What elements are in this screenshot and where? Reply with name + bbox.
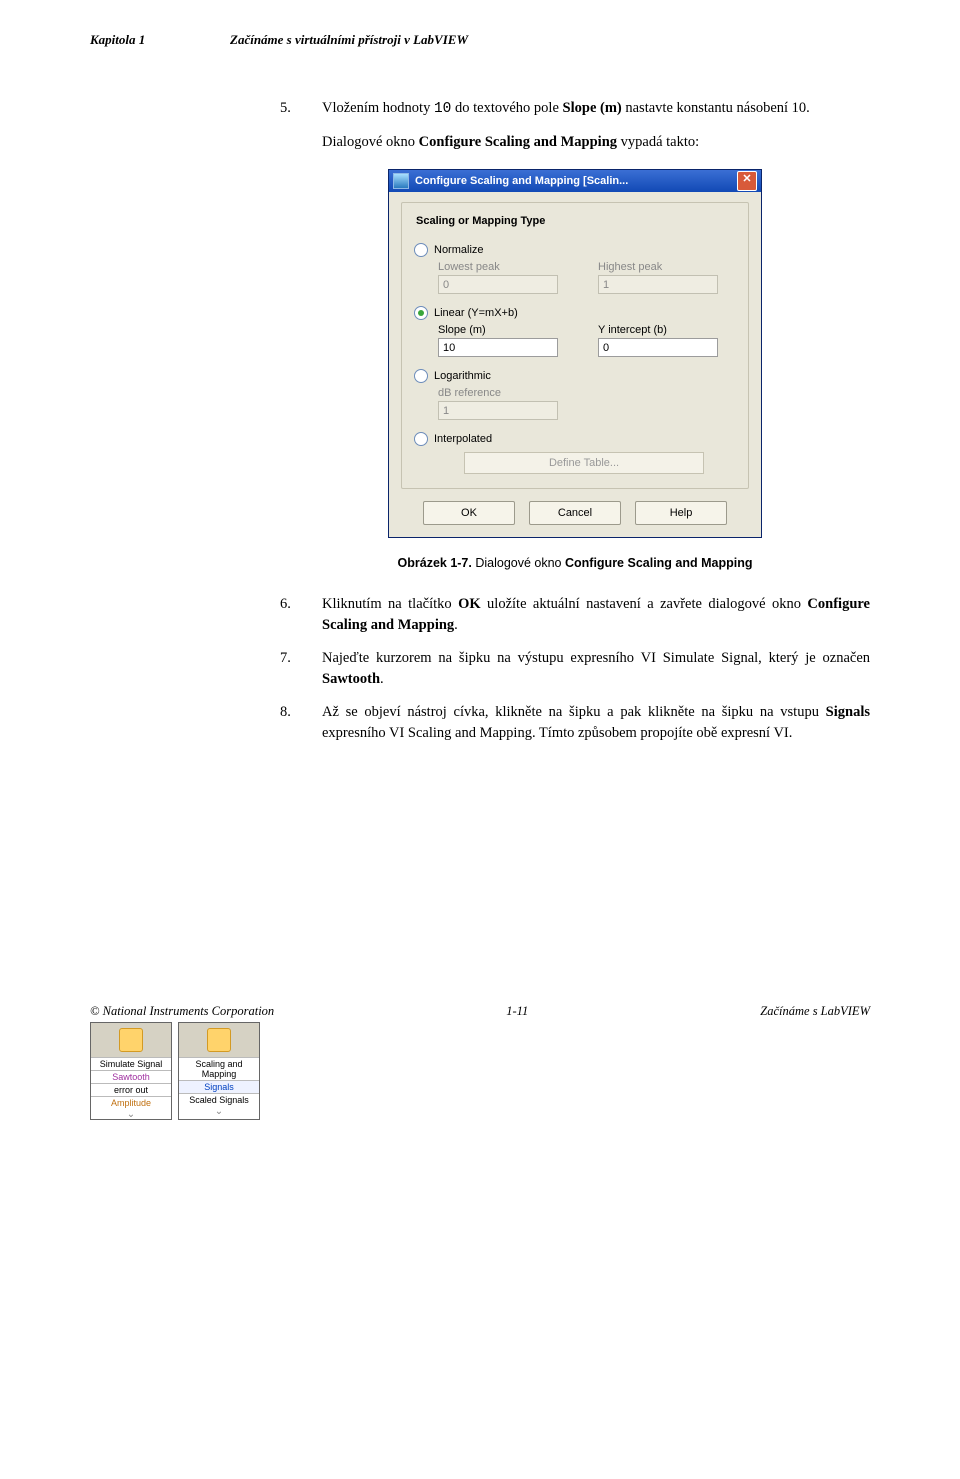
label-dbref: dB reference: [438, 387, 558, 399]
text: .: [380, 671, 384, 687]
text: Najeďte kurzorem na šipku na výstupu exp…: [322, 650, 870, 666]
group-title: Scaling or Mapping Type: [412, 215, 549, 227]
text: nastavte konstantu násobení 10.: [622, 100, 810, 116]
radio-label: Logarithmic: [434, 370, 491, 382]
figure-caption: Obrázek 1-7. Dialogové okno Configure Sc…: [280, 556, 870, 570]
radio-log[interactable]: Logarithmic: [414, 369, 736, 383]
input-lowest: 0: [438, 275, 558, 294]
input-highest: 1: [598, 275, 718, 294]
vi-label: Simulate Signal: [91, 1057, 171, 1070]
vi-icon: [119, 1028, 143, 1052]
define-table-button: Define Table...: [464, 452, 704, 474]
dialog-figure: Configure Scaling and Mapping [Scalin...…: [280, 169, 870, 538]
dialog-titlebar[interactable]: Configure Scaling and Mapping [Scalin...…: [389, 170, 761, 192]
step-7-num: 7.: [280, 648, 322, 690]
caption-name: Configure Scaling and Mapping: [565, 556, 753, 570]
radio-label: Normalize: [434, 244, 484, 256]
label-highest: Highest peak: [598, 261, 718, 273]
dialog-title: Configure Scaling and Mapping [Scalin...: [415, 175, 628, 187]
cancel-button[interactable]: Cancel: [529, 501, 621, 525]
text: Až se objeví nástroj cívka, klikněte na …: [322, 704, 826, 720]
wiring-figure: Simulate Signal Sawtooth error out Ampli…: [90, 1022, 260, 1120]
chevron-down-icon: ⌄: [91, 1109, 171, 1119]
text: do textového pole: [451, 100, 562, 116]
bold-csm: Configure Scaling and Mapping: [419, 134, 617, 150]
label-yint: Y intercept (b): [598, 324, 718, 336]
input-yint[interactable]: 0: [598, 338, 718, 357]
step-6: 6. Kliknutím na tlačítko OK uložíte aktu…: [280, 594, 870, 636]
caption-text: Dialogové okno: [472, 556, 565, 570]
label-lowest: Lowest peak: [438, 261, 558, 273]
close-icon[interactable]: ✕: [737, 171, 757, 191]
vi-scaling-mapping: Scaling and Mapping Signals Scaled Signa…: [178, 1022, 260, 1120]
terminal-errorout: error out: [91, 1083, 171, 1096]
header-title: Začínáme s virtuálními přístroji v LabVI…: [230, 32, 870, 48]
help-button[interactable]: Help: [635, 501, 727, 525]
text: vypadá takto:: [617, 134, 699, 150]
radio-label: Interpolated: [434, 433, 492, 445]
step-7: 7. Najeďte kurzorem na šipku na výstupu …: [280, 648, 870, 690]
bold-signals: Signals: [826, 704, 870, 720]
input-dbref: 1: [438, 401, 558, 420]
vi-icon: [207, 1028, 231, 1052]
vi-label: Scaling and Mapping: [179, 1057, 259, 1080]
bold-sawtooth: Sawtooth: [322, 671, 380, 687]
radio-icon: [414, 369, 428, 383]
input-slope[interactable]: 10: [438, 338, 558, 357]
dialog-window: Configure Scaling and Mapping [Scalin...…: [388, 169, 762, 538]
radio-linear[interactable]: Linear (Y=mX+b): [414, 306, 736, 320]
radio-interp[interactable]: Interpolated: [414, 432, 736, 446]
terminal-sawtooth: Sawtooth: [91, 1070, 171, 1083]
code-10: 10: [434, 101, 451, 117]
terminal-signals: Signals: [179, 1080, 259, 1093]
text: Kliknutím na tlačítko: [322, 596, 458, 612]
bold-ok: OK: [458, 596, 481, 612]
radio-label: Linear (Y=mX+b): [434, 307, 518, 319]
radio-icon: [414, 432, 428, 446]
bold-slope: Slope (m): [563, 100, 622, 116]
step-8: 8. Až se objeví nástroj cívka, klikněte …: [280, 702, 870, 744]
header-chapter: Kapitola 1: [90, 32, 230, 48]
step-5: 5. Vložením hodnoty 10 do textového pole…: [280, 98, 870, 120]
label-slope: Slope (m): [438, 324, 558, 336]
app-icon: [393, 173, 409, 189]
step-8-num: 8.: [280, 702, 322, 744]
text: expresního VI Scaling and Mapping. Tímto…: [322, 725, 792, 741]
footer-page: 1-11: [506, 1004, 528, 1019]
group-scaling-type: Scaling or Mapping Type Normalize Lowest…: [401, 202, 749, 489]
step-6-num: 6.: [280, 594, 322, 636]
text: uložíte aktuální nastavení a zavřete dia…: [481, 596, 808, 612]
radio-icon: [414, 243, 428, 257]
radio-icon: [414, 306, 428, 320]
terminal-scaled: Scaled Signals: [179, 1093, 259, 1106]
footer-left: © National Instruments Corporation: [90, 1004, 274, 1019]
text: .: [454, 617, 458, 633]
vi-simulate-signal: Simulate Signal Sawtooth error out Ampli…: [90, 1022, 172, 1120]
chevron-down-icon: ⌄: [179, 1106, 259, 1116]
text: Vložením hodnoty: [322, 100, 434, 116]
ok-button[interactable]: OK: [423, 501, 515, 525]
radio-normalize[interactable]: Normalize: [414, 243, 736, 257]
caption-num: Obrázek 1-7.: [398, 556, 472, 570]
terminal-amplitude: Amplitude: [91, 1096, 171, 1109]
intro-line: Dialogové okno Configure Scaling and Map…: [280, 132, 870, 153]
footer-right: Začínáme s LabVIEW: [760, 1004, 870, 1019]
step-5-num: 5.: [280, 98, 322, 120]
text: Dialogové okno: [322, 134, 419, 150]
